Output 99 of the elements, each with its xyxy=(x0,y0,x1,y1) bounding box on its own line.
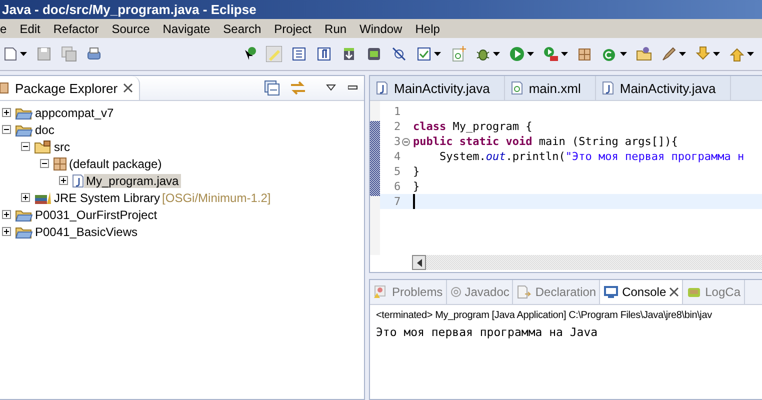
project-folder-icon xyxy=(15,224,33,238)
collapse-toggle[interactable] xyxy=(2,125,11,134)
menu-item[interactable]: Edit xyxy=(20,22,40,36)
line-number: 2 xyxy=(394,120,402,133)
package-explorer-icon xyxy=(0,81,10,95)
source-folder-icon xyxy=(34,140,52,154)
text-cursor xyxy=(413,194,415,209)
tree-item[interactable]: appcompat_v7 xyxy=(33,106,116,120)
print-icon[interactable] xyxy=(86,46,102,62)
line-number: 6 xyxy=(394,180,402,193)
dropdown-caret-icon[interactable] xyxy=(620,52,627,56)
library-books-icon xyxy=(34,190,52,204)
view-tab[interactable]: Javadoc xyxy=(446,280,514,304)
paragraph-icon[interactable] xyxy=(316,46,332,62)
collapse-all-icon[interactable] xyxy=(264,80,280,96)
menu-item[interactable]: Project xyxy=(274,22,312,36)
android-download-icon[interactable] xyxy=(341,46,357,62)
dropdown-caret-icon[interactable] xyxy=(561,52,568,56)
java-file-icon xyxy=(602,81,614,95)
dropdown-caret-icon[interactable] xyxy=(679,52,686,56)
line-number: 4 xyxy=(394,150,402,163)
console-status: <terminated> My_program [Java Application] C:\Program Files\Java\jre8\bin\jav xyxy=(376,309,712,322)
line-number: 1 xyxy=(394,105,402,118)
at-sign-icon xyxy=(450,285,462,299)
java-file-icon xyxy=(72,174,84,188)
code-line: class My_program { xyxy=(413,119,532,134)
view-tab[interactable]: LogCa xyxy=(683,280,744,304)
menu-item[interactable]: Navigate xyxy=(162,22,210,36)
project-folder-icon xyxy=(15,208,33,222)
xml-file-icon xyxy=(510,81,523,95)
tree-item[interactable]: P0031_OurFirstProject xyxy=(33,208,160,222)
project-folder-icon xyxy=(15,106,33,120)
tree-item[interactable]: My_program.java xyxy=(84,174,181,188)
menu-item[interactable]: Source xyxy=(112,22,150,36)
expand-toggle[interactable] xyxy=(2,227,11,236)
fold-toggle-icon[interactable] xyxy=(402,138,410,146)
declaration-icon xyxy=(516,285,532,299)
line-number: 5 xyxy=(394,165,402,178)
line-number: 7 xyxy=(394,195,402,208)
dropdown-caret-icon[interactable] xyxy=(20,52,27,56)
expand-toggle[interactable] xyxy=(2,210,11,219)
close-icon[interactable] xyxy=(122,83,133,93)
checkbox-icon[interactable] xyxy=(416,46,432,62)
new-android-file-icon[interactable] xyxy=(450,46,466,62)
menu-item[interactable]: Help xyxy=(415,22,440,36)
dropdown-caret-icon[interactable] xyxy=(713,52,720,56)
open-folder-icon[interactable] xyxy=(636,46,652,62)
no-link-icon[interactable] xyxy=(391,46,407,62)
run-icon[interactable] xyxy=(509,46,525,62)
dropdown-caret-icon[interactable] xyxy=(434,52,441,56)
new-package-icon[interactable] xyxy=(577,46,593,62)
android-device-icon[interactable] xyxy=(366,46,382,62)
code-line: public static void main (String args[]){ xyxy=(413,134,678,149)
save-icon[interactable] xyxy=(36,46,52,62)
view-tab[interactable]: Console xyxy=(600,280,684,304)
view-menu-icon[interactable] xyxy=(326,84,336,92)
tree-item[interactable]: P0041_BasicViews xyxy=(33,224,140,238)
expand-toggle[interactable] xyxy=(2,108,11,117)
link-arrows-icon[interactable] xyxy=(290,80,306,96)
new-file-icon[interactable] xyxy=(2,46,18,62)
library-decoration: [OSGi/Minimum-1.2] xyxy=(162,190,271,204)
package-icon xyxy=(53,156,67,170)
menu-item[interactable]: Window xyxy=(360,22,402,36)
tree-item[interactable]: doc xyxy=(33,122,56,136)
collapse-toggle[interactable] xyxy=(21,142,30,151)
new-class-icon[interactable] xyxy=(602,46,618,62)
menu-item[interactable]: Run xyxy=(324,22,347,36)
editor-tab[interactable]: main.xml xyxy=(504,76,596,100)
code-line: System.out.println("Это моя первая программа н xyxy=(438,149,744,164)
tree-item[interactable]: JRE System Library xyxy=(52,190,162,204)
tree-item[interactable]: (default package) xyxy=(67,156,164,170)
line-number: 3 xyxy=(394,135,402,148)
expand-toggle[interactable] xyxy=(21,193,30,202)
view-tab[interactable]: Problems xyxy=(370,280,447,304)
brush-icon[interactable] xyxy=(661,46,677,62)
outline-page-icon[interactable] xyxy=(291,46,307,62)
dropdown-caret-icon[interactable] xyxy=(747,52,754,56)
window-title: Java - doc/src/My_program.java - Eclipse xyxy=(1,2,256,17)
menu-item[interactable]: Refactor xyxy=(53,22,99,36)
java-file-icon xyxy=(376,81,388,95)
editor-tab[interactable]: MainActivity.java xyxy=(370,76,505,100)
code-line: } xyxy=(413,179,420,194)
editor-tab[interactable]: MainActivity.java xyxy=(596,76,731,100)
dropdown-caret-icon[interactable] xyxy=(493,52,500,56)
dropdown-caret-icon[interactable] xyxy=(527,52,534,56)
expand-toggle[interactable] xyxy=(59,176,68,185)
console-monitor-icon xyxy=(603,285,620,299)
android-icon xyxy=(686,285,702,299)
console-output: Это моя первая программа на Java xyxy=(376,325,598,339)
close-icon[interactable] xyxy=(669,287,680,297)
collapse-toggle[interactable] xyxy=(40,159,49,168)
code-line: } xyxy=(413,164,420,179)
project-folder-icon xyxy=(15,122,33,136)
horizontal-scrollbar[interactable] xyxy=(412,255,762,270)
tree-item[interactable]: src xyxy=(52,140,72,154)
menu-item[interactable]: e xyxy=(0,22,7,36)
run-toolbox-icon[interactable] xyxy=(543,46,559,62)
menu-item[interactable]: Search xyxy=(223,22,262,36)
left-arrow-icon xyxy=(416,258,422,266)
